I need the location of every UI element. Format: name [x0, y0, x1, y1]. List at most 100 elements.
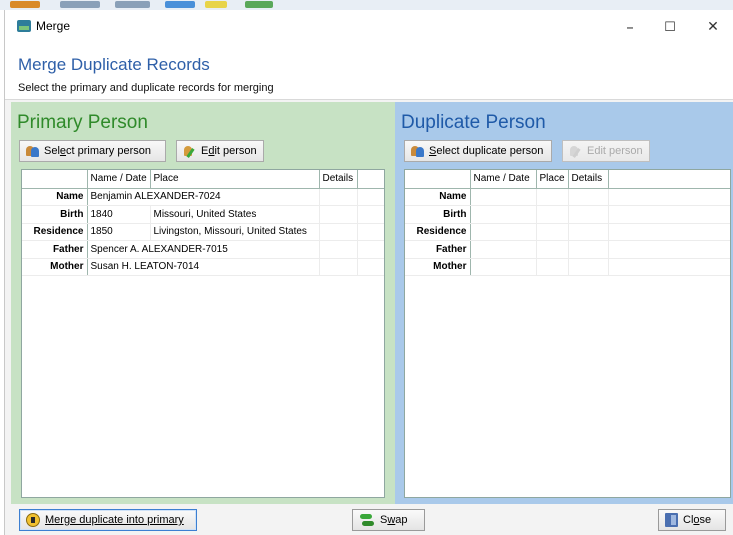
cell-empty	[608, 223, 730, 241]
table-row[interactable]: Father Spencer A. ALEXANDER-7015	[22, 240, 384, 259]
close-window-button[interactable]: ✕	[693, 14, 733, 40]
table-row[interactable]: Name	[405, 188, 730, 206]
edit-primary-person-button[interactable]: Ed it person	[176, 140, 264, 162]
primary-person-title: Primary Person	[17, 112, 148, 133]
column-header-place[interactable]: Place	[536, 170, 569, 189]
cell-empty	[608, 240, 730, 259]
cell-details	[319, 188, 358, 206]
row-label: Father	[405, 240, 471, 259]
duplicate-records-table: Name / Date Place Details Name Birth Res…	[405, 170, 730, 276]
row-label: Father	[22, 240, 88, 259]
cell-empty	[608, 205, 730, 224]
merge-label-accel: M	[45, 514, 55, 526]
background-app-toolbar	[0, 0, 733, 10]
maximize-button[interactable]: ☐	[650, 14, 690, 40]
merge-icon	[26, 513, 40, 527]
table-row[interactable]: Mother Susan H. LEATON-7014	[22, 258, 384, 276]
duplicate-person-title: Duplicate Person	[401, 112, 546, 133]
edit-person-icon	[569, 145, 583, 157]
swap-label-post: ap	[395, 514, 408, 526]
cell-empty	[357, 188, 384, 206]
cell-details	[568, 223, 609, 241]
swap-label-accel: w	[387, 514, 396, 526]
cell-empty	[357, 240, 384, 259]
cell-place	[536, 205, 569, 224]
cell-place	[536, 223, 569, 241]
edit-duplicate-person-button[interactable]: Edit person	[562, 140, 650, 162]
table-header-row: Name / Date Place Details	[405, 170, 730, 189]
app-icon	[17, 20, 31, 32]
close-button[interactable]: Cl o se	[658, 509, 726, 531]
column-header	[608, 170, 730, 189]
cell-details	[319, 258, 358, 276]
cell-name-date: 1840	[87, 205, 151, 224]
swap-icon	[359, 513, 375, 527]
cell-empty	[608, 188, 730, 206]
duplicate-person-panel: Duplicate Person Select duplicate person…	[395, 102, 733, 504]
title-bar: Merge – ☐ ✕	[5, 10, 733, 42]
row-label: Name	[22, 188, 88, 206]
select-duplicate-label-accel: S	[429, 145, 437, 157]
cell-details	[568, 240, 609, 259]
primary-records-table: Name / Date Place Details Name Benjamin …	[22, 170, 384, 276]
cell-place: Missouri, United States	[150, 205, 320, 224]
merge-duplicate-button[interactable]: Merge duplicate into primary	[19, 509, 197, 531]
edit-person-icon	[183, 145, 197, 157]
edit-primary-label-pre: E	[201, 145, 209, 157]
row-label: Birth	[22, 205, 88, 224]
table-row[interactable]: Birth	[405, 205, 730, 224]
dialog-header: Merge Duplicate Records Select the prima…	[5, 42, 733, 100]
cell-details	[319, 223, 358, 241]
row-label: Residence	[405, 223, 471, 241]
select-duplicate-person-button[interactable]: Select duplicate person	[404, 140, 552, 162]
cell-name-date	[470, 205, 537, 224]
edit-primary-label-post: it person	[214, 145, 257, 157]
table-header-row: Name / Date Place Details	[22, 170, 384, 189]
column-header-name-date[interactable]: Name / Date	[470, 170, 537, 189]
column-header	[22, 170, 88, 189]
select-primary-person-button[interactable]: Sel e ct primary person	[19, 140, 166, 162]
cell-name-date	[470, 240, 537, 259]
table-row[interactable]: Mother	[405, 258, 730, 276]
select-primary-label-pre: Sel	[44, 145, 60, 157]
table-row[interactable]: Residence	[405, 223, 730, 241]
duplicate-records-grid[interactable]: Name / Date Place Details Name Birth Res…	[404, 169, 731, 498]
close-label-pre: Cl	[683, 514, 694, 526]
cell-name-date: 1850	[87, 223, 151, 241]
dialog-title: Merge Duplicate Records	[18, 55, 210, 74]
table-row[interactable]: Birth 1840 Missouri, United States	[22, 205, 384, 224]
primary-records-grid[interactable]: Name / Date Place Details Name Benjamin …	[21, 169, 385, 498]
cell-empty	[357, 258, 384, 276]
cell-name-date	[470, 258, 537, 276]
swap-button[interactable]: Sw ap	[352, 509, 425, 531]
cell-details	[319, 205, 358, 224]
merge-label-post: erge duplicate into primary	[54, 514, 184, 526]
persons-icon	[26, 145, 40, 157]
row-label: Birth	[405, 205, 471, 224]
cell-name-date	[470, 223, 537, 241]
column-header-name-date[interactable]: Name / Date	[87, 170, 151, 189]
edit-duplicate-label: Edit person	[587, 145, 643, 157]
cell-place	[536, 188, 569, 206]
table-row[interactable]: Name Benjamin ALEXANDER-7024	[22, 188, 384, 206]
window-title: Merge	[36, 19, 71, 33]
cell-place	[536, 258, 569, 276]
cell-details	[568, 205, 609, 224]
cell-place: Livingston, Missouri, United States	[150, 223, 320, 241]
table-row[interactable]: Residence 1850 Livingston, Missouri, Uni…	[22, 223, 384, 241]
column-header	[357, 170, 384, 189]
column-header-place[interactable]: Place	[150, 170, 320, 189]
row-label: Mother	[22, 258, 88, 276]
column-header	[405, 170, 471, 189]
cell-place	[536, 240, 569, 259]
table-row[interactable]: Father	[405, 240, 730, 259]
merge-window: Merge – ☐ ✕ Merge Duplicate Records Sele…	[4, 10, 733, 535]
close-door-icon	[665, 513, 678, 527]
cell-empty	[357, 223, 384, 241]
column-header-details[interactable]: Details	[568, 170, 609, 189]
cell-name-date: Benjamin ALEXANDER-7024	[87, 188, 320, 206]
cell-name-date: Spencer A. ALEXANDER-7015	[87, 240, 320, 259]
minimize-button[interactable]: –	[610, 14, 650, 40]
column-header-details[interactable]: Details	[319, 170, 358, 189]
row-label: Mother	[405, 258, 471, 276]
